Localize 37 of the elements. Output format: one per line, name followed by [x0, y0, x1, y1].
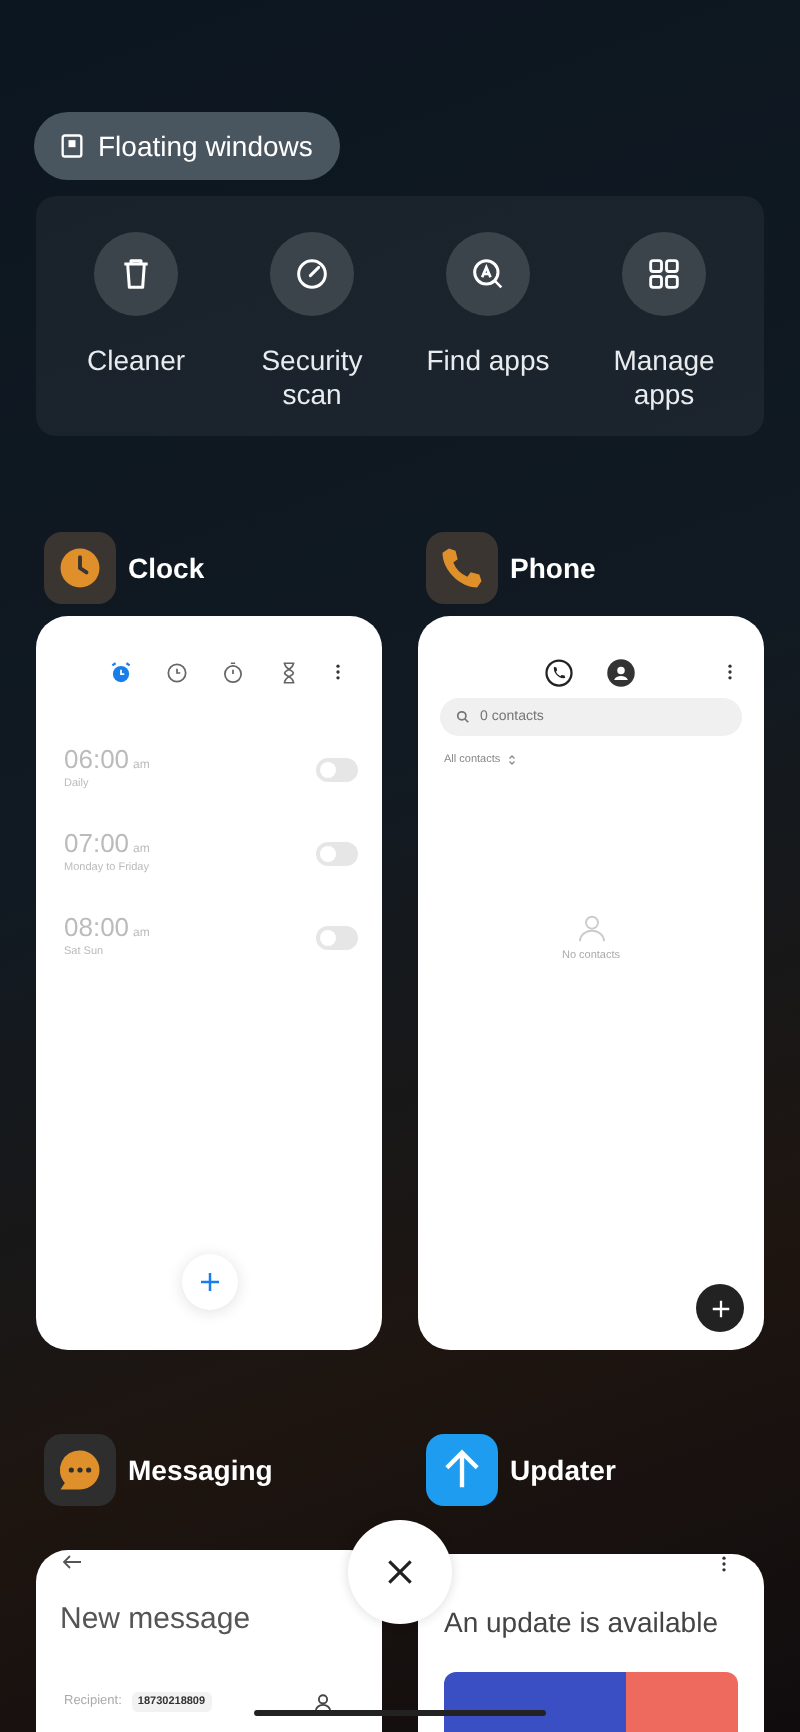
- search-icon: [468, 254, 508, 294]
- shortcut-button[interactable]: Security scan: [224, 232, 400, 436]
- person-icon: [575, 912, 607, 945]
- shortcut-button[interactable]: Find apps: [400, 232, 576, 436]
- app-preview-card[interactable]: An update is available: [418, 1554, 764, 1732]
- add-button[interactable]: [696, 1284, 744, 1332]
- stopwatch-icon[interactable]: [220, 659, 246, 685]
- app-name: Phone: [510, 549, 596, 587]
- clock-icon[interactable]: [164, 659, 190, 685]
- app-icon[interactable]: [426, 532, 498, 604]
- floating-windows-button[interactable]: Floating windows: [34, 112, 341, 180]
- app-name: Messaging: [128, 1451, 273, 1490]
- alarm-toggle[interactable]: [316, 842, 358, 866]
- phone-icon: [544, 657, 574, 687]
- screen-title: An update is available: [444, 1604, 720, 1642]
- window-icon: [58, 132, 86, 160]
- shortcut-button[interactable]: Cleaner: [48, 232, 224, 436]
- shortcut-button[interactable]: Manage apps: [576, 232, 752, 436]
- app-icon[interactable]: [426, 1434, 498, 1506]
- person-icon: [312, 1691, 334, 1713]
- search-icon: [456, 710, 470, 724]
- plus-icon: [198, 1270, 222, 1294]
- alarm-icon[interactable]: [108, 659, 134, 685]
- alarm-toggle[interactable]: [316, 926, 358, 950]
- app-icon[interactable]: [44, 1434, 116, 1506]
- back-arrow-icon[interactable]: [60, 1550, 84, 1574]
- gauge-icon: [292, 254, 332, 294]
- close-icon: [384, 1556, 416, 1588]
- plus-icon: [709, 1297, 731, 1319]
- app-icon[interactable]: [44, 532, 116, 604]
- alarm-toggle[interactable]: [316, 758, 358, 782]
- screen-title: New message: [60, 1600, 253, 1640]
- contact-icon: [606, 657, 636, 687]
- grid-icon: [644, 254, 684, 294]
- app-name: Updater: [510, 1451, 616, 1490]
- sort-icon: [506, 754, 519, 767]
- app-name: Clock: [128, 549, 205, 587]
